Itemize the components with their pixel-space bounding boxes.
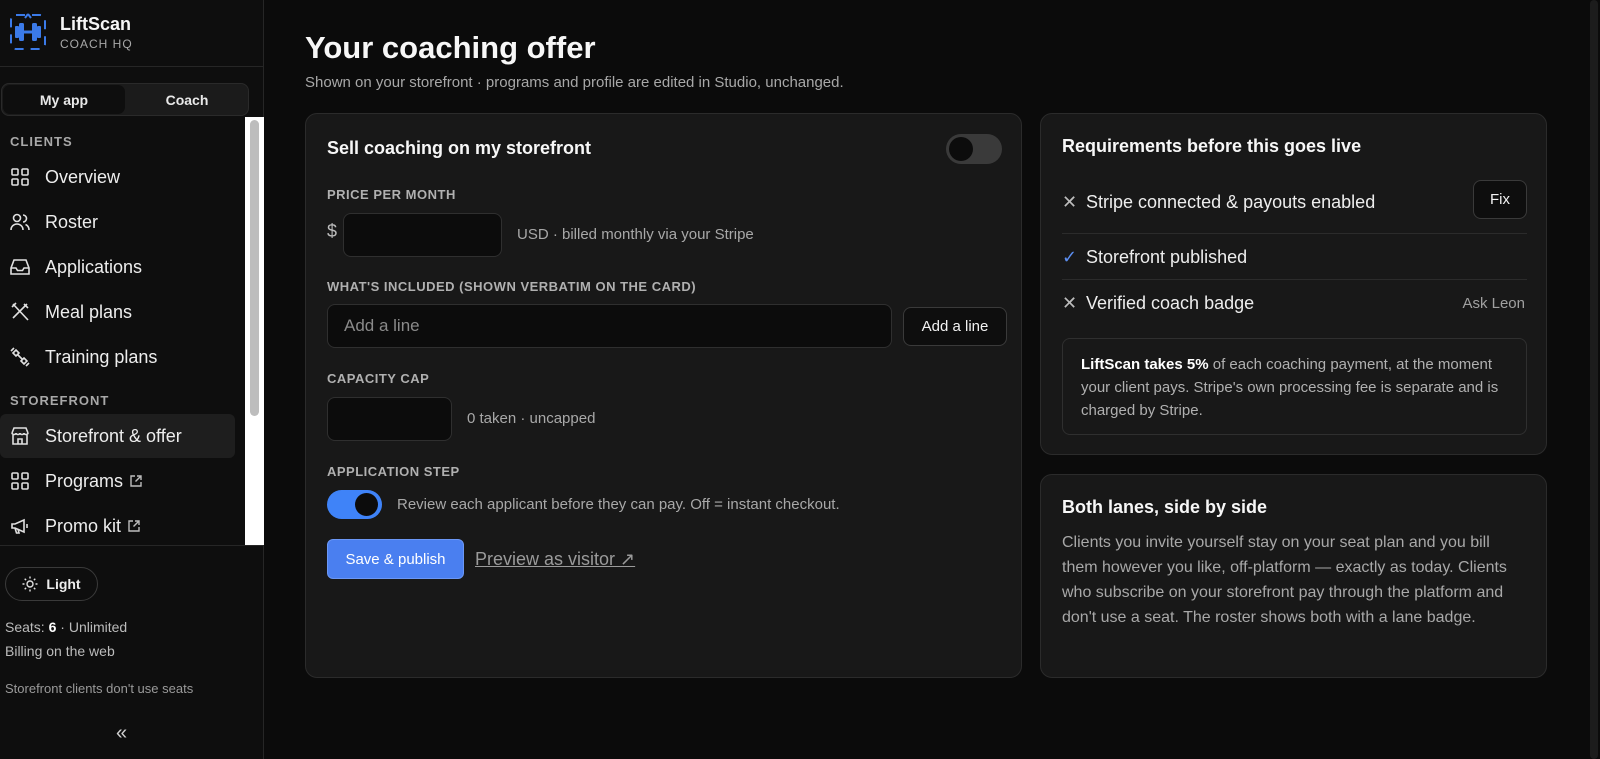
- requirement-stripe: ✕ Stripe connected & payouts enabled: [1062, 179, 1527, 225]
- brand-subtitle: COACH HQ: [60, 36, 133, 51]
- users-icon: [10, 212, 30, 232]
- external-link-icon: [128, 520, 140, 532]
- ask-leon-note: Ask Leon: [1462, 295, 1525, 312]
- mode-switch: My app Coach: [1, 83, 249, 116]
- seats-info: Seats: 6 · Unlimited: [5, 619, 127, 635]
- included-label: WHAT'S INCLUDED (SHOWN VERBATIM ON THE C…: [327, 279, 697, 294]
- application-label: APPLICATION STEP: [327, 464, 460, 479]
- page-subtitle: Shown on your storefront · programs and …: [305, 74, 844, 91]
- check-icon: ✓: [1062, 246, 1078, 267]
- sidebar: LiftScan COACH HQ My app Coach CLIENTS O…: [0, 0, 264, 759]
- brand[interactable]: LiftScan COACH HQ: [8, 11, 133, 53]
- requirement-label: Verified coach badge: [1086, 292, 1255, 313]
- seats-suffix: · Unlimited: [56, 619, 128, 635]
- divider: [0, 545, 263, 546]
- sun-icon: [22, 576, 38, 592]
- requirement-verified-badge: ✕ Verified coach badge: [1062, 280, 1527, 326]
- nav-item-applications[interactable]: Applications: [0, 245, 235, 289]
- grid-icon: [10, 167, 30, 187]
- included-line-input[interactable]: [327, 304, 892, 348]
- collapse-sidebar-icon[interactable]: «: [116, 722, 127, 745]
- offer-card-title: Sell coaching on my storefront: [327, 138, 592, 158]
- price-input[interactable]: [343, 213, 502, 257]
- nav-item-promo-kit[interactable]: Promo kit: [0, 504, 235, 548]
- nav-label: Promo kit: [45, 515, 122, 536]
- inbox-icon: [10, 257, 30, 277]
- dumbbell-icon: [10, 347, 30, 367]
- nav-item-meal-plans[interactable]: Meal plans: [0, 290, 235, 334]
- x-icon: ✕: [1062, 191, 1078, 212]
- nav-item-roster[interactable]: Roster: [0, 200, 235, 244]
- application-step-toggle[interactable]: [327, 490, 382, 519]
- mode-my-app-tab[interactable]: My app: [3, 85, 125, 114]
- price-label: PRICE PER MONTH: [327, 187, 456, 202]
- page-scrollbar-thumb[interactable]: [1590, 0, 1598, 759]
- megaphone-icon: [10, 516, 30, 536]
- add-line-button[interactable]: Add a line: [903, 307, 1007, 346]
- theme-label: Light: [46, 576, 81, 592]
- toggle-knob: [355, 493, 378, 516]
- divider: [0, 66, 263, 67]
- storefront-seats-note: Storefront clients don't use seats: [5, 681, 194, 696]
- fee-bold: LiftScan takes 5%: [1081, 356, 1209, 373]
- requirements-card: Requirements before this goes live ✕ Str…: [1040, 113, 1547, 455]
- nav-label: Overview: [45, 166, 121, 187]
- nav-section-clients: CLIENTS: [10, 134, 73, 149]
- capacity-input[interactable]: [327, 397, 452, 441]
- nav-label: Storefront & offer: [45, 425, 182, 446]
- nav-label: Meal plans: [45, 301, 133, 322]
- theme-toggle-button[interactable]: Light: [5, 567, 98, 601]
- lanes-description: Clients you invite yourself stay on your…: [1062, 534, 1507, 626]
- requirement-label: Stripe connected & payouts enabled: [1086, 191, 1376, 212]
- seats-prefix: Seats:: [5, 619, 49, 635]
- offer-card: Sell coaching on my storefront PRICE PER…: [305, 113, 1022, 678]
- page-title: Your coaching offer: [305, 30, 596, 65]
- billing-note: Billing on the web: [5, 643, 115, 659]
- x-icon: ✕: [1062, 292, 1078, 313]
- preview-as-visitor-link[interactable]: Preview as visitor ↗: [475, 549, 635, 570]
- nav-section-storefront: STOREFRONT: [10, 393, 110, 408]
- capacity-label: CAPACITY CAP: [327, 371, 430, 386]
- brand-name: LiftScan: [60, 13, 132, 34]
- currency-symbol: $: [327, 221, 338, 241]
- price-hint: USD · billed monthly via your Stripe: [517, 226, 754, 243]
- sidebar-scrollbar-thumb[interactable]: [250, 120, 259, 416]
- sell-on-storefront-toggle[interactable]: [946, 134, 1002, 164]
- nav-item-programs[interactable]: Programs: [0, 459, 235, 503]
- nav-item-overview[interactable]: Overview: [0, 155, 235, 199]
- app-logo-icon: [10, 13, 46, 50]
- utensils-icon: [10, 302, 30, 322]
- nav-item-training-plans[interactable]: Training plans: [0, 335, 235, 379]
- page-scrollbar[interactable]: [1588, 0, 1600, 759]
- fee-info-box: LiftScan takes 5% of each coaching payme…: [1062, 338, 1527, 435]
- fix-stripe-button[interactable]: Fix: [1473, 180, 1527, 219]
- nav-label: Training plans: [45, 346, 158, 367]
- save-publish-button[interactable]: Save & publish: [327, 539, 464, 579]
- lanes-title: Both lanes, side by side: [1062, 497, 1268, 517]
- nav-item-storefront-offer[interactable]: Storefront & offer: [0, 414, 235, 458]
- mode-coach-tab[interactable]: Coach: [126, 84, 248, 115]
- requirement-storefront: ✓ Storefront published: [1062, 234, 1527, 280]
- lanes-card: Both lanes, side by side Clients you inv…: [1040, 474, 1547, 678]
- grid-icon: [10, 471, 30, 491]
- requirement-label: Storefront published: [1086, 246, 1248, 267]
- external-link-icon: [130, 475, 142, 487]
- nav-label: Roster: [45, 211, 99, 232]
- requirements-title: Requirements before this goes live: [1062, 136, 1362, 156]
- nav-label: Programs: [45, 470, 124, 491]
- toggle-knob: [949, 137, 973, 161]
- nav-label: Applications: [45, 256, 143, 277]
- store-icon: [10, 426, 30, 446]
- capacity-hint: 0 taken · uncapped: [467, 410, 596, 427]
- application-description: Review each applicant before they can pa…: [397, 496, 840, 513]
